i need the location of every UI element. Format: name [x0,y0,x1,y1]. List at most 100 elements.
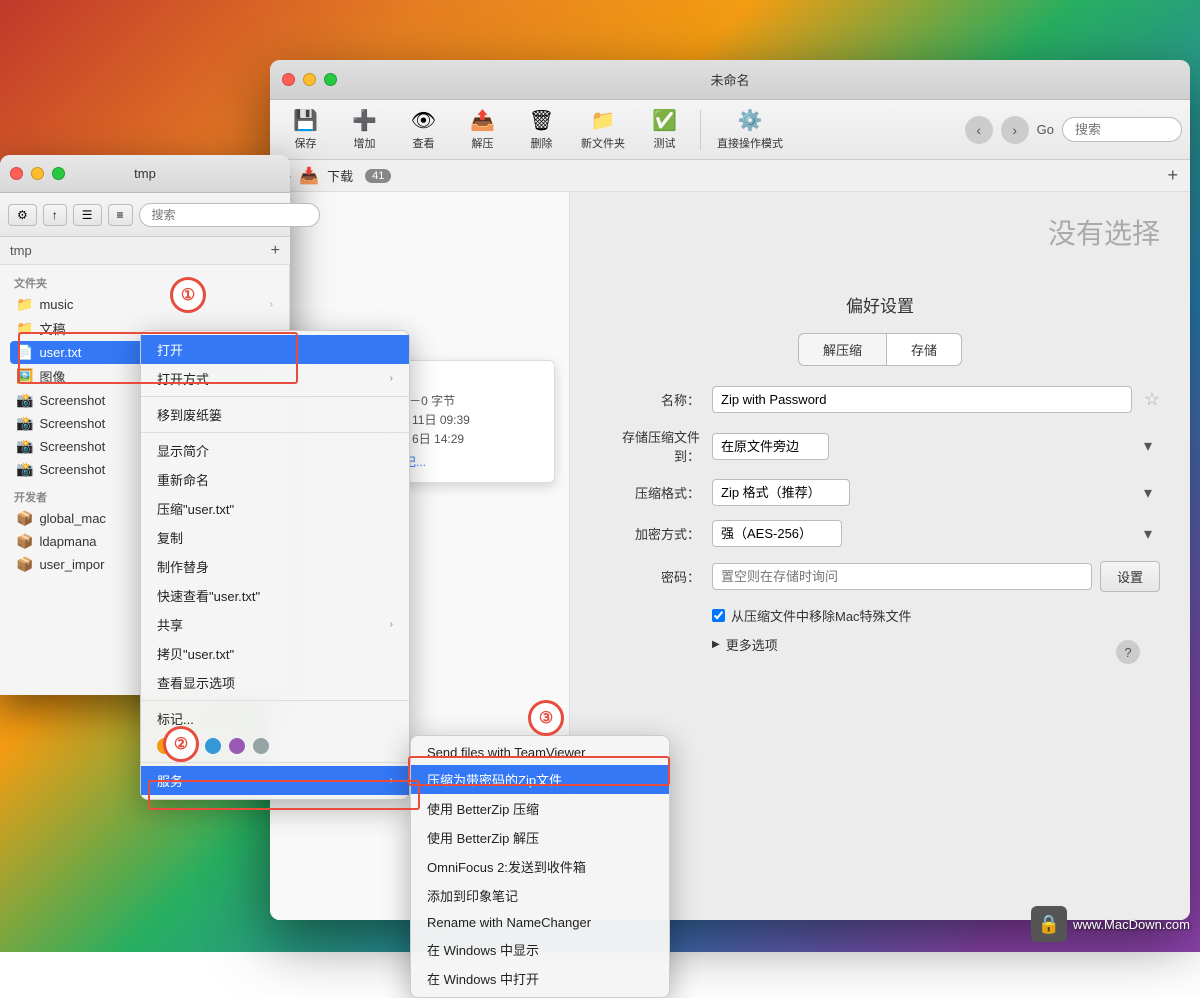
pref-password-input-area: 设置 [712,561,1160,592]
finder-maximize-button[interactable] [52,167,65,180]
services-submenu: Send files with TeamViewer 压缩为带密码的Zip文件 … [410,735,670,998]
pref-name-label: 名称： [600,390,700,409]
pref-star-icon[interactable]: ☆ [1144,389,1160,410]
pref-password-row: 密码： 设置 [600,561,1160,592]
path-label: 下载 [327,166,353,185]
tag-blue[interactable] [205,738,221,754]
ctx-sep-3 [141,700,409,701]
pref-remove-mac-row: 从压缩文件中移除Mac特殊文件 [600,606,1160,625]
path-bar: ▶ 📥 下载 41 + [270,160,1190,192]
sub-namechanger[interactable]: Rename with NameChanger [411,910,669,935]
pref-encrypt-row: 加密方式： 强（AES-256） [600,520,1160,547]
go-label: Go [1037,122,1054,137]
finder-share-btn[interactable]: ↑ [43,204,67,226]
pref-password-input[interactable] [712,563,1092,590]
finder-item-music[interactable]: 📁 music › [10,293,279,316]
ctx-open-with-arrow: › [390,373,393,384]
sub-betterzip-extract[interactable]: 使用 BetterZip 解压 [411,823,669,852]
save-button[interactable]: 💾 保存 [278,104,333,155]
ctx-services-arrow: › [390,775,393,786]
watermark: 🔒 www.MacDown.com [1031,906,1190,942]
sub-omnifocus[interactable]: OmniFocus 2:发送到收件箱 [411,852,669,881]
new-folder-icon: 📁 [591,108,616,133]
view-button[interactable]: 👁 查看 [396,104,451,155]
pref-set-button[interactable]: 设置 [1100,561,1160,592]
ctx-copy2[interactable]: 拷贝"user.txt" [141,639,409,668]
pref-encrypt-select[interactable]: 强（AES-256） [712,520,842,547]
pref-more-options[interactable]: ▶ 更多选项 [600,635,1160,654]
test-button[interactable]: ✅ 测试 [637,104,692,155]
sub-betterzip-compress[interactable]: 压缩为带密码的Zip文件 [411,765,669,794]
pref-format-select[interactable]: Zip 格式（推荐） [712,479,850,506]
ctx-services[interactable]: 服务 › [141,766,409,795]
tab-extract[interactable]: 解压缩 [798,333,887,366]
file-userimport-icon: 📦 [16,556,33,573]
delete-button[interactable]: 🗑 删除 [514,104,569,155]
pref-saveto-label: 存储压缩文件到： [600,427,700,465]
pref-more-arrow-icon: ▶ [712,639,720,650]
ctx-info[interactable]: 显示简介 [141,436,409,465]
window-controls [282,73,337,86]
minimize-button[interactable] [303,73,316,86]
new-folder-label: 新文件夹 [581,135,625,151]
close-button[interactable] [282,73,295,86]
direct-mode-label: 直接操作模式 [717,135,783,151]
pref-remove-mac-checkbox[interactable] [712,609,725,622]
finder-close-button[interactable] [10,167,23,180]
sub-evernote[interactable]: 添加到印象笔记 [411,881,669,910]
ctx-sep-1 [141,396,409,397]
finder-item-music-name: music [39,297,263,312]
direct-mode-icon: ⚙️ [738,108,763,133]
ctx-alias[interactable]: 制作替身 [141,552,409,581]
ctx-copy[interactable]: 复制 [141,523,409,552]
ctx-open-with[interactable]: 打开方式 › [141,364,409,393]
nav-forward-button[interactable]: › [1001,116,1029,144]
sub-windows-open[interactable]: 在 Windows 中打开 [411,964,669,993]
folder-wengao-icon: 📁 [16,320,33,337]
pref-more-label: 更多选项 [726,635,778,654]
finder-minimize-button[interactable] [31,167,44,180]
path-badge: 41 [365,169,391,183]
pref-remove-mac-label: 从压缩文件中移除Mac特殊文件 [731,606,912,625]
finder-layout-btn[interactable]: ☰ [73,204,102,226]
delete-label: 删除 [531,135,553,151]
chevron-right-icon: › [270,299,273,310]
finder-window-title: tmp [134,166,156,181]
finder-titlebar: tmp [0,155,290,193]
finder-search-input[interactable] [139,203,320,227]
finder-path-plus[interactable]: + [271,242,280,260]
add-button[interactable]: ➕ 增加 [337,104,392,155]
file-screenshot4-icon: 📸 [16,461,33,478]
ctx-quicklook[interactable]: 快速查看"user.txt" [141,581,409,610]
search-input[interactable] [1062,117,1182,142]
ctx-view-options[interactable]: 查看显示选项 [141,668,409,697]
folder-images-icon: 🖼️ [16,368,33,385]
prefs-tabs: 解压缩 存储 [600,333,1160,366]
direct-mode-button[interactable]: ⚙️ 直接操作模式 [709,104,791,155]
pref-password-label: 密码： [600,567,700,586]
extract-button[interactable]: 📤 解压 [455,104,510,155]
pref-saveto-select[interactable]: 在原文件旁边 [712,433,829,460]
tab-store[interactable]: 存储 [887,333,962,366]
sub-windows-show[interactable]: 在 Windows 中显示 [411,935,669,964]
new-folder-button[interactable]: 📁 新文件夹 [573,104,633,155]
ctx-rename[interactable]: 重新命名 [141,465,409,494]
ctx-compress[interactable]: 压缩"user.txt" [141,494,409,523]
test-icon: ✅ [652,108,677,133]
sub-teamviewer[interactable]: Send files with TeamViewer [411,740,669,765]
main-toolbar: 💾 保存 ➕ 增加 👁 查看 📤 解压 🗑 删除 📁 新文件夹 ✅ 测试 [270,100,1190,160]
tag-gray[interactable] [253,738,269,754]
pref-name-input[interactable] [712,386,1132,413]
tag-purple[interactable] [229,738,245,754]
finder-view-btn[interactable]: ⚙ [8,204,37,226]
maximize-button[interactable] [324,73,337,86]
finder-pathbar: tmp + [0,237,290,265]
ctx-share[interactable]: 共享 › [141,610,409,639]
ctx-open[interactable]: 打开 [141,335,409,364]
help-button[interactable]: ? [1116,640,1140,664]
path-add-button[interactable]: + [1167,165,1178,186]
ctx-trash[interactable]: 移到废纸篓 [141,400,409,429]
finder-sort-btn[interactable]: ≡ [108,204,133,226]
sub-betterzip-compress2[interactable]: 使用 BetterZip 压缩 [411,794,669,823]
nav-back-button[interactable]: ‹ [965,116,993,144]
